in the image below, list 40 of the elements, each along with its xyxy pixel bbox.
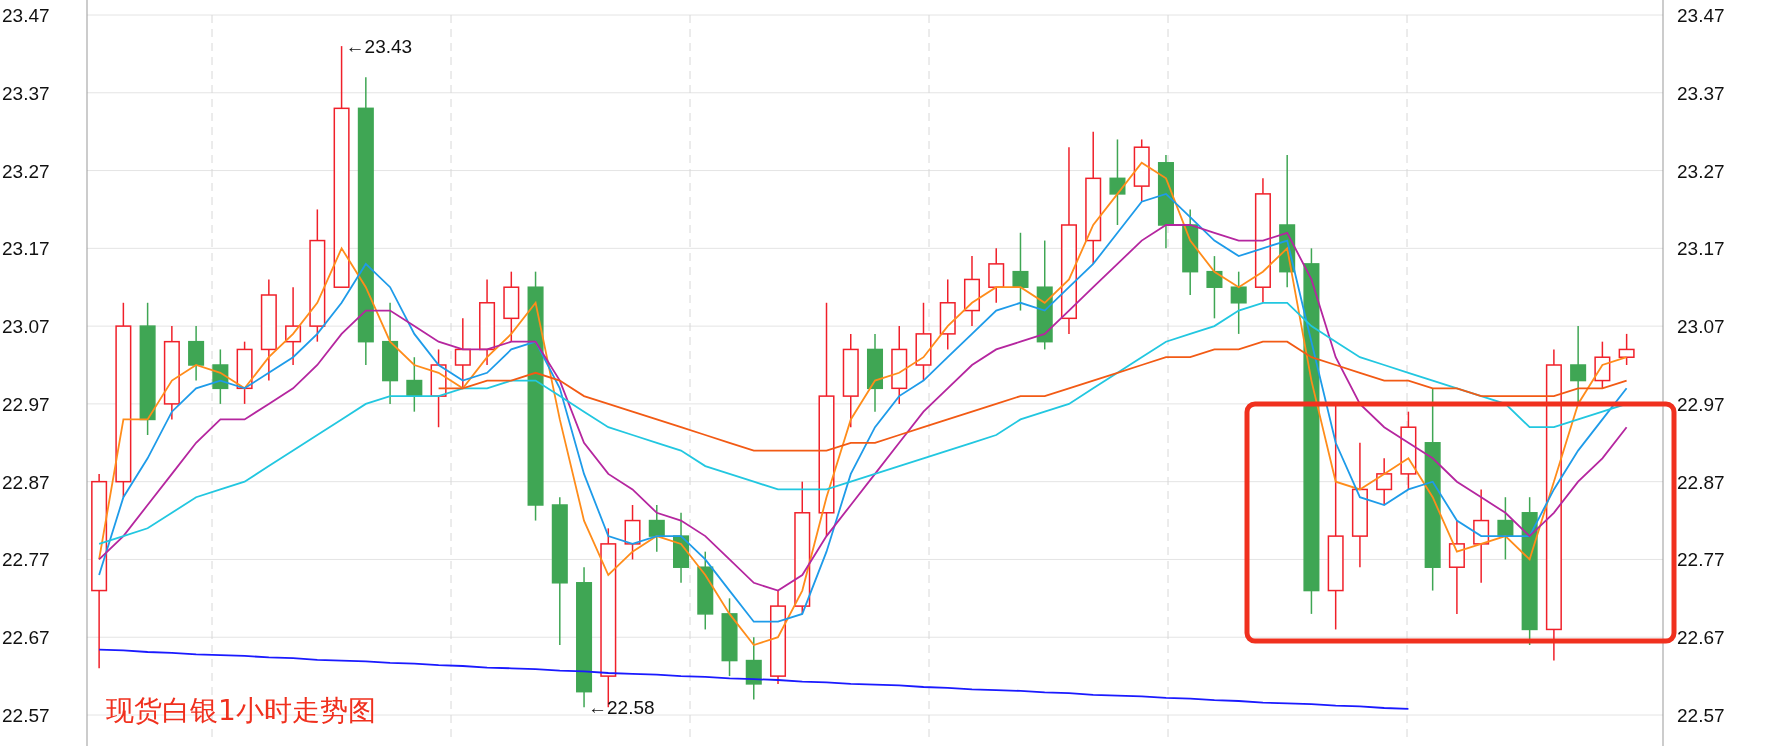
price-annotation: ←22.58 bbox=[588, 697, 655, 719]
price-annotation: ←23.43 bbox=[345, 36, 413, 58]
y-axis-label: 22.77 bbox=[2, 549, 50, 571]
candle bbox=[1230, 270, 1247, 335]
candle bbox=[1594, 340, 1611, 390]
y-axis-label: 22.97 bbox=[2, 393, 50, 415]
y-axis-label: 22.87 bbox=[1677, 471, 1725, 493]
candle bbox=[212, 348, 229, 405]
candle bbox=[745, 636, 762, 701]
candle bbox=[673, 512, 690, 584]
y-axis-label: 22.67 bbox=[1677, 627, 1725, 649]
y-axis-label: 22.77 bbox=[1677, 549, 1725, 571]
candle bbox=[1497, 496, 1514, 561]
candle bbox=[1376, 457, 1393, 506]
y-axis-label: 23.37 bbox=[1677, 82, 1725, 104]
candle bbox=[406, 356, 423, 413]
y-axis-label: 23.07 bbox=[2, 316, 50, 338]
candle bbox=[1133, 138, 1150, 203]
y-axis-label: 22.97 bbox=[1677, 393, 1725, 415]
candle bbox=[624, 504, 641, 561]
candle bbox=[236, 340, 253, 405]
y-axis-label: 23.27 bbox=[2, 160, 50, 182]
candle bbox=[1206, 255, 1223, 320]
candle bbox=[963, 255, 980, 327]
y-axis-label: 22.57 bbox=[1677, 705, 1725, 726]
chart-title: 现货白银1小时走势图 bbox=[106, 694, 376, 727]
candle bbox=[188, 325, 205, 382]
y-axis-label: 23.47 bbox=[1677, 5, 1725, 26]
y-axis-label: 23.37 bbox=[2, 82, 50, 104]
candle bbox=[1618, 333, 1635, 366]
y-axis-label: 22.87 bbox=[2, 471, 50, 493]
y-axis-label: 23.17 bbox=[1677, 238, 1725, 260]
y-axis-label: 23.47 bbox=[2, 5, 50, 26]
y-axis-label: 22.67 bbox=[2, 627, 50, 649]
candle bbox=[648, 504, 665, 553]
candle bbox=[988, 247, 1005, 304]
y-axis-label: 23.17 bbox=[2, 238, 50, 260]
y-axis-label: 23.07 bbox=[1677, 316, 1725, 338]
y-axis-label: 23.27 bbox=[1677, 160, 1725, 182]
y-axis-label: 22.57 bbox=[2, 705, 50, 726]
